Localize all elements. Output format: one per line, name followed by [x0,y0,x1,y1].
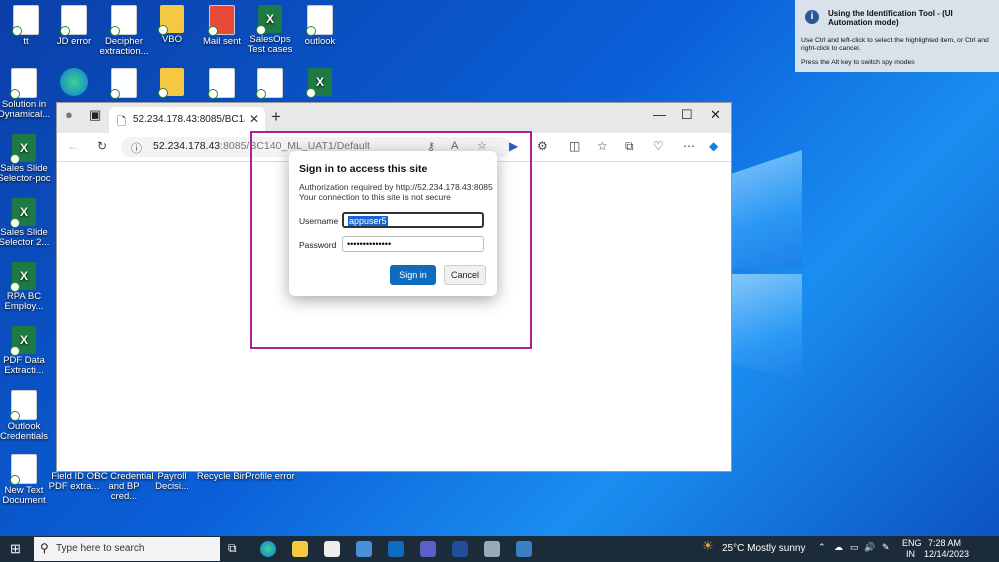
desktop-icon[interactable]: Profile error [240,472,300,482]
app-icon[interactable] [484,541,500,557]
refresh-icon[interactable]: ↻ [97,139,107,153]
document-icon [12,5,39,36]
password-label: Password [299,240,337,250]
pen-icon[interactable]: ✎ [882,542,890,553]
excel-icon: X [10,262,36,292]
info-icon: ⓘ [131,143,142,155]
document-icon [10,68,37,99]
desktop-icon[interactable]: X [290,68,350,98]
desktop-icon[interactable]: outlook [290,5,350,47]
dialog-title: Sign in to access this site [299,163,428,175]
search-icon: ⚲ [40,541,49,555]
extensions-icon[interactable]: ⚙ [537,139,548,153]
collections-icon[interactable]: ⧉ [625,139,634,154]
display-icon[interactable]: ▭ [850,542,859,553]
document-icon [110,68,137,99]
username-field[interactable]: appuser5 [342,212,484,228]
dialog-auth-text: Authorization required by http://52.234.… [299,182,493,192]
document-icon [10,390,37,421]
folder-icon [158,5,184,35]
document-icon [208,68,235,99]
desktop-icon[interactable]: Outlook Credentials [0,390,54,442]
close-icon[interactable]: ✕ [249,112,259,126]
copilot-icon[interactable]: ◆ [709,139,718,153]
notification-title: Using the Identification Tool - (UI Auto… [828,9,953,27]
sign-in-dialog: Sign in to access this site Authorizatio… [289,151,497,296]
new-tab-icon[interactable]: + [271,107,281,127]
task-view-icon[interactable]: ⧉ [228,541,244,557]
excel-icon: X [10,134,36,164]
tab-active[interactable]: 🗋 52.234.178.43:8085/BC140_ML_U ✕ [109,107,265,133]
mail-icon[interactable] [356,541,372,557]
profile-icon[interactable]: ● [65,107,73,122]
word-icon [256,68,283,99]
page-icon: 🗋 [117,116,126,128]
teams-icon[interactable] [420,541,436,557]
minimize-icon[interactable]: — [653,107,666,122]
tab-bar: ● ▣ 🗋 52.234.178.43:8085/BC140_ML_U ✕ + … [57,103,731,133]
tab-actions-icon[interactable]: ▣ [89,107,101,123]
language-eng[interactable]: ENG [902,538,922,548]
desktop-icon[interactable]: X PDF Data Extracti... [0,326,54,376]
favorites-icon[interactable]: ☆ [597,139,608,153]
performance-icon[interactable]: ♡ [653,139,664,153]
outlook-icon[interactable] [388,541,404,557]
onedrive-icon[interactable]: ☁ [834,542,843,553]
excel-icon: X [256,5,282,35]
more-icon[interactable]: ⋯ [683,139,695,153]
document-icon [110,5,137,36]
back-icon[interactable]: ← [67,139,79,153]
maximize-icon[interactable]: ☐ [681,107,693,123]
weather-text[interactable]: 25°C Mostly sunny [722,543,805,554]
windows-start-icon[interactable]: ⊞ [10,541,21,557]
dialog-security-text: Your connection to this site is not secu… [299,192,451,202]
cancel-button[interactable]: Cancel [444,265,486,285]
excel-icon: X [10,326,36,356]
file-explorer-icon[interactable] [292,541,308,557]
volume-icon[interactable]: 🔊 [864,542,875,553]
clock-date: 12/14/2023 [924,549,970,559]
folder-icon [158,68,184,98]
sign-in-button[interactable]: Sign in [390,265,436,285]
chevron-up-icon[interactable]: ⌃ [818,542,826,553]
info-icon: i [805,10,819,24]
password-field[interactable]: •••••••••••••• [342,236,484,252]
language-in: IN [906,549,915,559]
store-icon[interactable] [324,541,340,557]
document-icon [10,454,37,485]
remote-desktop-icon[interactable] [516,541,532,557]
taskbar: ⊞ ⚲ Type here to search ⧉ ☀ 25°C Mostly … [0,536,999,562]
excel-icon: X [10,198,36,228]
close-window-icon[interactable]: ✕ [710,107,721,123]
weather-icon[interactable]: ☀ [702,538,714,554]
image-icon [208,5,235,36]
split-screen-icon[interactable]: ◫ [569,139,580,153]
edge-taskbar-icon[interactable] [260,541,276,557]
desktop-icon[interactable]: X RPA BC Employ... [0,262,54,312]
desktop-icon[interactable]: X Sales Slide Selector 2... [0,198,54,248]
blueprism-icon[interactable] [452,541,468,557]
spy-mode-notification: i Using the Identification Tool - (UI Au… [795,0,999,72]
username-label: Username [299,216,339,226]
notification-hint: Press the Alt key to switch spy modes [801,59,915,66]
search-box[interactable]: ⚲ Type here to search [34,537,220,561]
notification-body: Use Ctrl and left-click to select the hi… [801,37,989,52]
document-icon [60,5,87,36]
clock-time[interactable]: 7:28 AM [928,538,961,548]
excel-icon: X [306,68,332,98]
desktop-icon[interactable]: X Sales Slide Selector-poc [0,134,54,184]
document-icon [306,5,333,36]
edge-icon [60,68,88,96]
